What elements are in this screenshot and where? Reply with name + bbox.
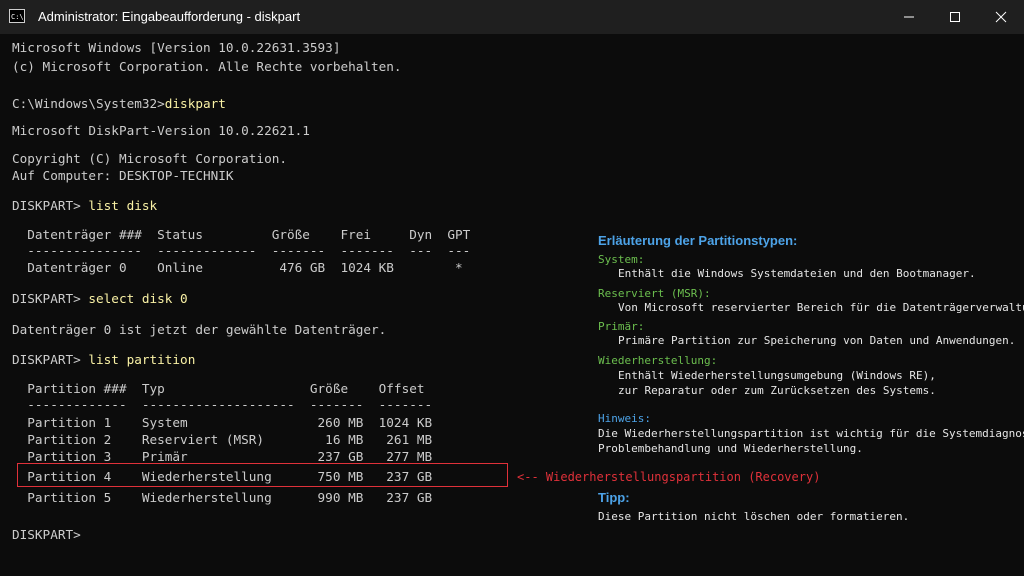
command-diskpart: diskpart: [164, 96, 226, 111]
console-line-copyright: (c) Microsoft Corporation. Alle Rechte v…: [12, 59, 402, 74]
recovery-highlight-box: [17, 463, 508, 487]
panel-entry-head-msr: Reserviert (MSR):: [598, 287, 711, 300]
console-line-list-disk: DISKPART> list disk: [12, 198, 157, 214]
close-button[interactable]: [978, 0, 1024, 34]
panel-tip-head: Tipp:: [598, 490, 630, 505]
maximize-icon: [950, 12, 960, 22]
disk-table-header: Datenträger ### Status Größe Frei Dyn GP…: [12, 227, 471, 242]
console-line-diskpart-version: Microsoft DiskPart-Version 10.0.22621.1: [12, 123, 310, 138]
panel-entry-desc-msr: Von Microsoft reservierter Bereich für d…: [618, 301, 1024, 314]
command-list-partition: list partition: [88, 352, 196, 367]
panel-entry-head-system: System:: [598, 253, 645, 266]
window-title: Administrator: Eingabeaufforderung - dis…: [38, 9, 301, 24]
close-icon: [995, 11, 1007, 23]
disk-table-separator: --------------- ------------- ------- --…: [12, 243, 471, 258]
console-line-final-prompt: DISKPART>: [12, 527, 81, 542]
console-line-select-disk: DISKPART> select disk 0: [12, 291, 188, 307]
console-line-ms-copyright: Copyright (C) Microsoft Corporation.: [12, 151, 287, 166]
partition-table-header: Partition ### Typ Größe Offset: [12, 381, 425, 396]
diskpart-prompt: DISKPART>: [12, 291, 89, 306]
minimize-button[interactable]: [886, 0, 932, 34]
panel-title: Erläuterung der Partitionstypen:: [598, 233, 798, 248]
partition-table-row: Partition 5 Wiederherstellung 990 MB 237…: [12, 490, 433, 505]
command-select-disk: select disk 0: [88, 291, 188, 306]
disk-table-row: Datenträger 0 Online 476 GB 1024 KB *: [12, 260, 463, 275]
panel-hint-line-2: Problembehandlung und Wiederherstellung.: [598, 442, 863, 455]
partition-table-row: Partition 1 System 260 MB 1024 KB: [12, 415, 433, 430]
command-list-disk: list disk: [88, 198, 158, 213]
minimize-icon: [904, 16, 914, 18]
panel-entry-head-recovery: Wiederherstellung:: [598, 354, 718, 367]
panel-entry-desc-primary: Primäre Partition zur Speicherung von Da…: [618, 334, 1016, 347]
panel-hint-line-1: Die Wiederherstellungspartition ist wich…: [598, 427, 1024, 440]
console-line-computer: Auf Computer: DESKTOP-TECHNIK: [12, 168, 234, 183]
partition-table-row: Partition 2 Reserviert (MSR) 16 MB 261 M…: [12, 432, 433, 447]
panel-entry-desc-recovery-2: zur Reparatur oder zum Zurücksetzen des …: [618, 384, 936, 397]
diskpart-prompt: DISKPART>: [12, 198, 89, 213]
panel-tip-line: Diese Partition nicht löschen oder forma…: [598, 510, 910, 523]
panel-hint-head: Hinweis:: [598, 412, 651, 425]
title-bar[interactable]: C:\_ Administrator: Eingabeaufforderung …: [0, 0, 1024, 34]
console-line-version: Microsoft Windows [Version 10.0.22631.35…: [12, 40, 341, 55]
partition-table-separator: ------------- -------------------- -----…: [12, 397, 433, 412]
panel-entry-desc-recovery-1: Enthält Wiederherstellungsumgebung (Wind…: [618, 369, 936, 382]
command-prompt-icon: C:\_: [9, 9, 25, 23]
panel-entry-desc-system: Enthält die Windows Systemdateien und de…: [618, 267, 976, 280]
console-line-list-partition: DISKPART> list partition: [12, 352, 195, 368]
prompt-path: C:\Windows\System32>: [12, 96, 165, 111]
diskpart-prompt: DISKPART>: [12, 352, 89, 367]
recovery-annotation: <-- Wiederherstellungspartition (Recover…: [517, 470, 821, 484]
maximize-button[interactable]: [932, 0, 978, 34]
panel-entry-head-primary: Primär:: [598, 320, 645, 333]
console-line-prompt-diskpart: C:\Windows\System32>diskpart: [12, 96, 226, 112]
console-line-select-result: Datenträger 0 ist jetzt der gewählte Dat…: [12, 322, 387, 337]
